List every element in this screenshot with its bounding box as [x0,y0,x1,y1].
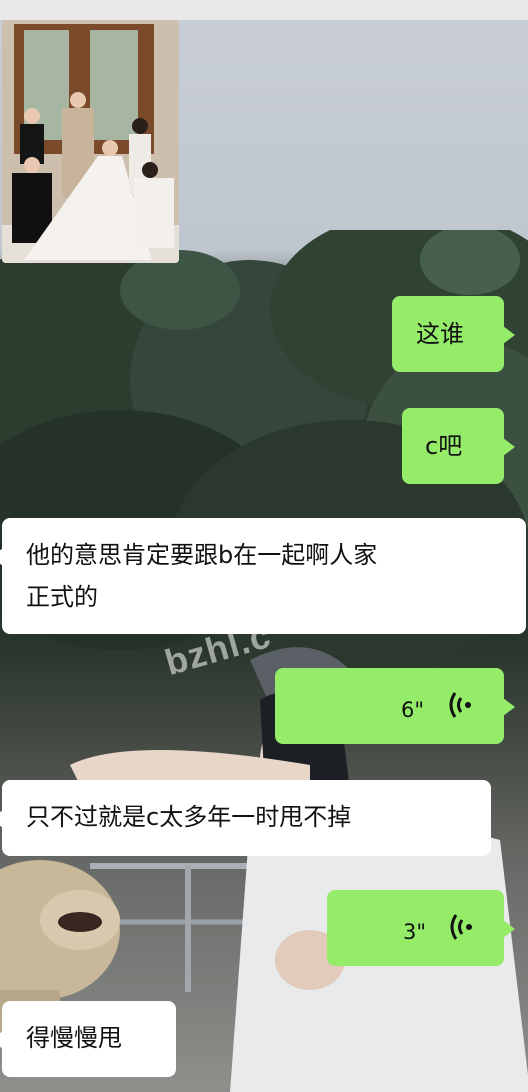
voice-message-bubble[interactable]: 3" [327,890,515,966]
image-message[interactable] [2,20,179,263]
sent-text-bubble[interactable]: c吧 [402,408,515,484]
voice-wave-icon [449,692,471,718]
message-text: 只不过就是c太多年一时甩不掉 [26,803,352,831]
voice-wave-icon [450,914,472,940]
group-photo-thumbnail [2,20,179,263]
received-text-bubble[interactable]: 只不过就是c太多年一时甩不掉 [0,780,491,856]
message-text: 这谁 [416,320,464,348]
message-text: c吧 [425,432,463,460]
chat-screen: bzhl.c 这谁 c吧 他的意思肯定要跟b在一起啊人家 正式的 6" 只不过就… [0,0,528,1092]
message-line-2: 正式的 [26,583,98,611]
top-status-area [0,0,528,20]
voice-duration: 6" [401,698,425,722]
voice-message-bubble[interactable]: 6" [275,668,515,744]
sent-text-bubble[interactable]: 这谁 [392,296,515,372]
received-text-bubble[interactable]: 他的意思肯定要跟b在一起啊人家 正式的 [0,518,526,634]
voice-duration: 3" [403,920,427,944]
message-line-1: 他的意思肯定要跟b在一起啊人家 [26,541,378,569]
message-text: 得慢慢甩 [26,1024,122,1052]
received-text-bubble[interactable]: 得慢慢甩 [0,1001,176,1077]
